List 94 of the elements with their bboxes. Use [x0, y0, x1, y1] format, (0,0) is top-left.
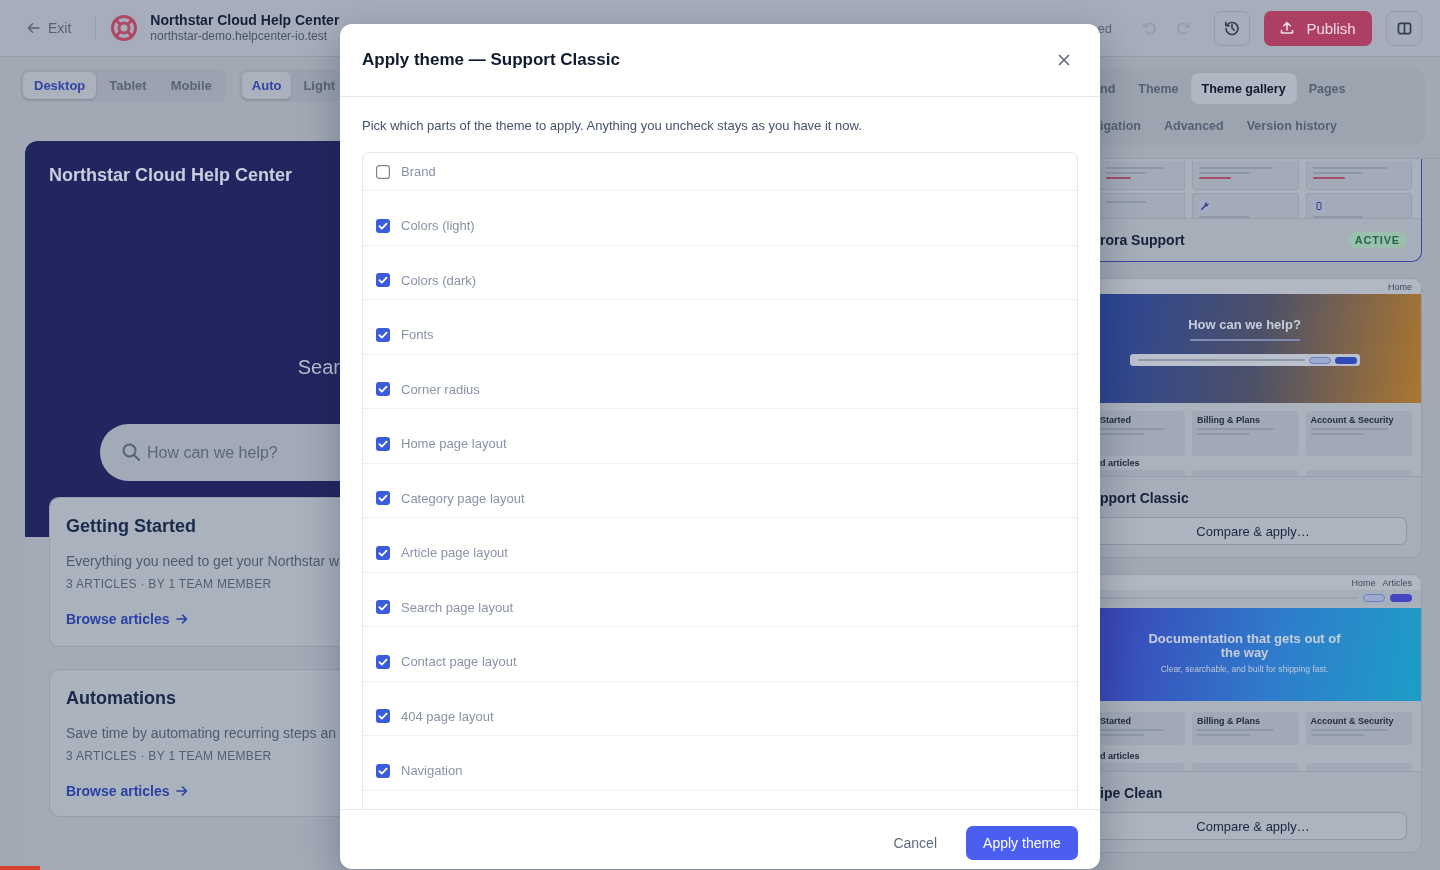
category-description: Save time by automating recurring steps an — [66, 724, 337, 743]
theme-part-option[interactable]: Brand — [363, 153, 1077, 191]
exit-button[interactable]: Exit — [22, 16, 77, 40]
phone-icon — [1312, 200, 1325, 212]
arrow-left-icon — [27, 22, 40, 34]
lifebuoy-logo-icon — [110, 14, 139, 42]
dialog-title: Apply theme — Support Classic — [362, 50, 620, 70]
device-tab[interactable]: Tablet — [98, 72, 158, 99]
checkbox[interactable] — [376, 273, 390, 288]
checkbox[interactable] — [376, 545, 390, 560]
layout-toggle-button[interactable] — [1386, 10, 1422, 46]
upload-icon — [1280, 21, 1295, 35]
save-status: ed — [1097, 20, 1112, 36]
category-title: Automations — [66, 687, 176, 709]
checkbox[interactable] — [376, 654, 390, 669]
preview-site-title: Northstar Cloud Help Center — [49, 165, 293, 185]
panel-tab[interactable]: Theme gallery — [1190, 73, 1297, 104]
checkbox[interactable] — [376, 600, 390, 615]
panel-tab[interactable]: Theme — [1127, 73, 1190, 104]
device-tab[interactable]: Mobile — [159, 72, 223, 99]
mini-pill — [1390, 593, 1412, 602]
theme-part-option[interactable]: Search page layout — [363, 572, 1077, 627]
search-icon — [121, 442, 141, 462]
hero-heading: Sear — [297, 355, 340, 379]
columns-icon — [1396, 21, 1412, 35]
compare-apply-button[interactable]: Compare & apply… — [1100, 812, 1407, 840]
mini-pill — [1308, 356, 1331, 364]
theme-name: pport Classic — [1100, 490, 1189, 506]
mini-nav-text: Articles — [1382, 577, 1412, 588]
theme-part-option[interactable]: 404 page layout — [363, 681, 1077, 736]
dialog-description: Pick which parts of the theme to apply. Anything you uncheck stays as you have it now. — [362, 117, 863, 134]
theme-part-option[interactable]: Corner radius — [363, 354, 1077, 409]
browse-articles-link[interactable]: Browse articles — [66, 609, 188, 629]
checkbox[interactable] — [376, 382, 390, 397]
panel-tab[interactable]: Pages — [1297, 73, 1357, 104]
color-mode-tab[interactable]: Light — [293, 72, 346, 99]
mini-category-card: Billing & Plans — [1192, 712, 1299, 745]
compare-apply-button[interactable]: Compare & apply… — [1100, 517, 1407, 545]
status-strip — [0, 866, 40, 870]
mini-pill — [1334, 356, 1357, 364]
mini-category-card: Billing & Plans — [1192, 411, 1299, 456]
checkbox[interactable] — [376, 491, 390, 506]
category-meta: 3 ARTICLES · BY 1 TEAM MEMBER — [66, 576, 272, 592]
active-badge: ACTIVE — [1347, 232, 1407, 248]
checkbox[interactable] — [376, 763, 390, 778]
theme-part-option[interactable]: Article page layout — [363, 518, 1077, 573]
category-description: Everything you need to get your Northstar w — [66, 552, 340, 571]
category-title: Getting Started — [66, 515, 196, 537]
theme-part-option[interactable]: Category page layout — [363, 463, 1077, 518]
mini-headline: How can we help? — [1187, 318, 1302, 332]
mini-category-card: Started — [1100, 411, 1185, 456]
theme-part-option[interactable]: Colors (dark) — [363, 245, 1077, 300]
mini-section-title: d articles — [1100, 751, 1140, 761]
mini-category-card: Account & Security — [1305, 712, 1412, 745]
checkbox[interactable] — [376, 218, 390, 233]
history-button[interactable] — [1214, 10, 1250, 46]
site-title: Northstar Cloud Help Center — [150, 12, 340, 29]
browse-articles-link[interactable]: Browse articles — [66, 781, 188, 801]
theme-part-option[interactable]: Fonts — [363, 300, 1077, 355]
device-tab[interactable]: Desktop — [23, 72, 97, 99]
cancel-button[interactable]: Cancel — [879, 826, 951, 860]
mini-pill — [1363, 593, 1385, 602]
mini-subtitle: Clear, searchable, and built for shipping fast. — [1160, 664, 1329, 674]
theme-name: ipe Clean — [1100, 785, 1163, 801]
mini-category-card: Account & Security — [1305, 411, 1412, 456]
mini-nav-text: Home — [1388, 281, 1412, 292]
mini-category-card: Started — [1100, 712, 1185, 745]
arrow-right-icon — [175, 785, 188, 797]
theme-part-option[interactable]: Home page layout — [363, 409, 1077, 464]
theme-part-option[interactable]: Colors (light) — [363, 191, 1077, 246]
checkbox[interactable] — [376, 327, 390, 342]
checkbox[interactable] — [376, 436, 390, 451]
site-url: northstar-demo.helpcenter-io.test — [150, 29, 328, 44]
category-meta: 3 ARTICLES · BY 1 TEAM MEMBER — [66, 748, 272, 764]
mini-headline: Documentation that gets out of the way — [1147, 632, 1342, 660]
checkbox[interactable] — [376, 164, 390, 179]
history-icon — [1224, 20, 1240, 36]
arrow-right-icon — [175, 613, 188, 625]
apply-theme-button[interactable]: Apply theme — [966, 826, 1078, 860]
panel-tab[interactable]: Version history — [1235, 110, 1349, 141]
panel-tab[interactable]: Advanced — [1152, 110, 1235, 141]
theme-name: rora Support — [1100, 232, 1185, 248]
checkbox[interactable] — [376, 709, 390, 724]
search-field[interactable]: How can we help? — [100, 424, 340, 481]
theme-part-option[interactable]: Navigation — [363, 736, 1077, 791]
panel-tab[interactable]: nd — [1100, 73, 1127, 104]
mini-section-title: d articles — [1100, 458, 1140, 468]
mini-nav-text: Home — [1351, 577, 1376, 588]
panel-tab[interactable]: igation — [1100, 110, 1152, 141]
wrench-icon — [1199, 200, 1211, 212]
theme-part-option[interactable]: Contact page layout — [363, 627, 1077, 682]
publish-button[interactable]: Publish — [1264, 10, 1372, 46]
close-icon — [1058, 54, 1070, 66]
color-mode-tab[interactable]: Auto — [241, 72, 292, 99]
